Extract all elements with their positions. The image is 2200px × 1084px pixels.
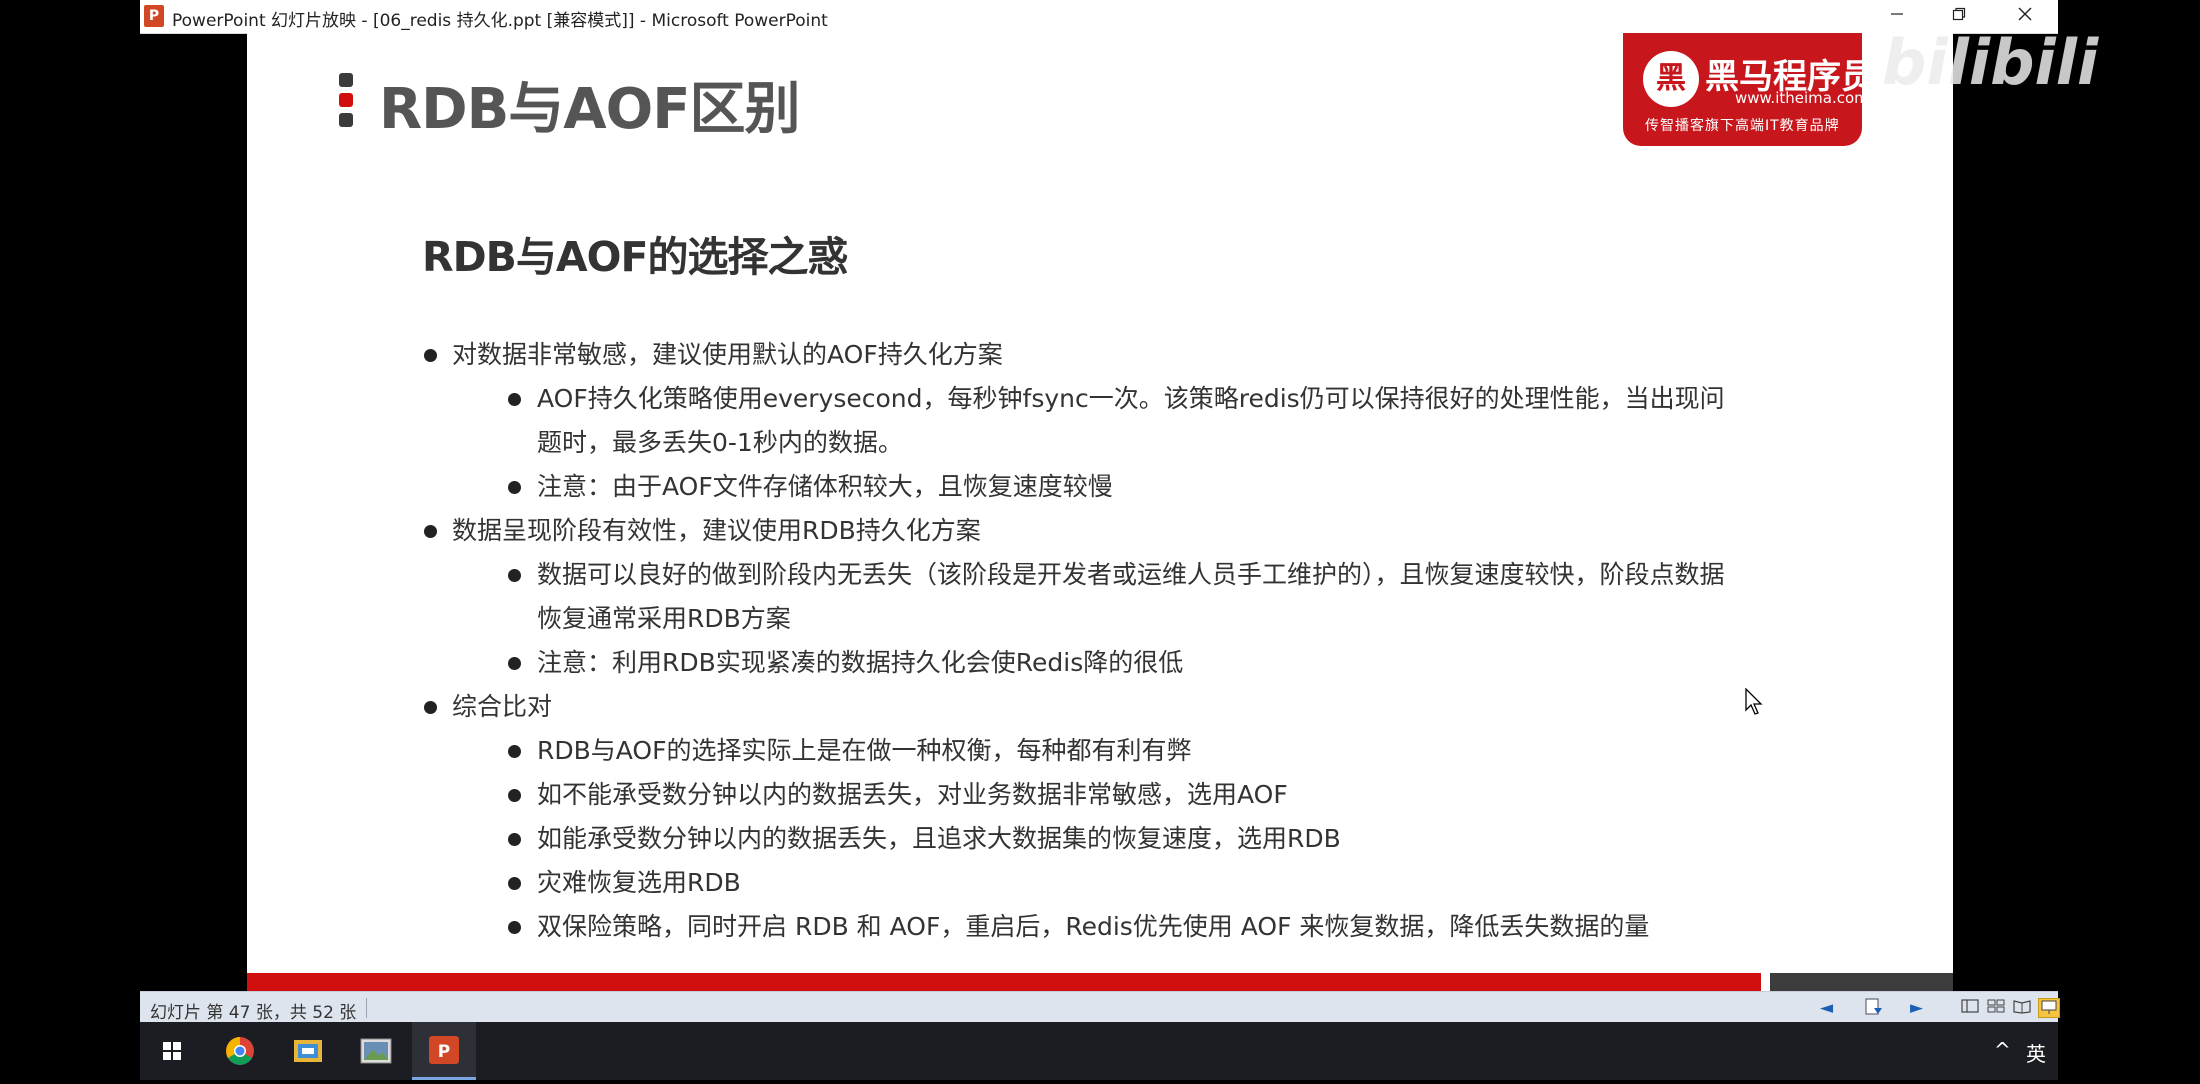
footer-dark-bar [1770, 973, 1953, 991]
start-button[interactable] [140, 1022, 204, 1080]
powerpoint-icon: P [429, 1036, 459, 1064]
title-marker-block [339, 73, 353, 87]
logo-mark: 黑 [1643, 51, 1699, 107]
bullet-list: 对数据非常敏感，建议使用默认的AOF持久化方案 AOF持久化策略使用everyse… [422, 333, 1742, 949]
logo-slogan: 传智播客旗下高端IT教育品牌 [1645, 118, 1840, 134]
window-title-bar: P PowerPoint 幻灯片放映 - [06_redis 持久化.ppt [… [140, 0, 2058, 34]
slide-subtitle: RDB与AOF的选择之惑 [422, 233, 848, 281]
start-icon [163, 1042, 181, 1060]
bilibili-watermark: bilibili [1882, 26, 2099, 99]
title-marker [339, 73, 355, 133]
reading-view-icon [2013, 1000, 2031, 1014]
restore-icon [1952, 7, 1966, 21]
reading-view-button[interactable] [2012, 998, 2032, 1016]
taskbar-powerpoint[interactable]: P [412, 1022, 476, 1080]
sub-bullet-item: RDB与AOF的选择实际上是在做一种权衡，每种都有利有弊 [422, 729, 1742, 773]
sub-bullet-item: 如能承受数分钟以内的数据丢失，且追求大数据集的恢复速度，选用RDB [422, 817, 1742, 861]
bullet-item: 对数据非常敏感，建议使用默认的AOF持久化方案 [422, 333, 1742, 377]
slide-title: RDB与AOF区别 [379, 77, 800, 142]
sub-bullet-item: 注意：利用RDB实现紧凑的数据持久化会使Redis降的很低 [422, 641, 1742, 685]
svg-text:P: P [438, 1042, 450, 1062]
sub-bullet-item: 数据可以良好的做到阶段内无丢失（该阶段是开发者或运维人员手工维护的），且恢复速度… [422, 553, 1742, 641]
previous-slide-button[interactable]: ◄ [1820, 998, 1833, 1018]
slideshow-icon [2041, 1000, 2057, 1014]
slide-sorter-icon [1987, 999, 2005, 1013]
sub-bullet-item: 如不能承受数分钟以内的数据丢失，对业务数据非常敏感，选用AOF [422, 773, 1742, 817]
sub-bullet-item: 注意：由于AOF文件存储体积较大，且恢复速度较慢 [422, 465, 1742, 509]
status-bar: 幻灯片 第 47 张，共 52 张 ◄ ► [140, 991, 2060, 1023]
slide-canvas[interactable]: RDB与AOF区别 黑 黑马程序员 www.itheima.com 传智播客旗下… [247, 33, 1953, 991]
powerpoint-app-icon[interactable]: P [144, 5, 164, 27]
slideshow-button[interactable] [2038, 998, 2060, 1018]
close-icon [2018, 7, 2032, 21]
chrome-icon [226, 1037, 254, 1065]
sub-bullet-item: AOF持久化策略使用everysecond，每秒钟fsync一次。该策略redi… [422, 377, 1742, 465]
slide-menu-button[interactable] [1864, 998, 1884, 1021]
file-explorer-icon [294, 1040, 322, 1062]
minimize-icon [1891, 13, 1903, 15]
sub-bullet-item: 双保险策略，同时开启 RDB 和 AOF，重启后，Redis优先使用 AOF 来… [422, 905, 1742, 949]
window-title: PowerPoint 幻灯片放映 - [06_redis 持久化.ppt [兼容… [172, 11, 828, 31]
bullet-item: 数据呈现阶段有效性，建议使用RDB持久化方案 [422, 509, 1742, 553]
sub-bullet-item: 灾难恢复选用RDB [422, 861, 1742, 905]
status-divider [366, 998, 367, 1018]
taskbar-file-explorer[interactable] [276, 1022, 340, 1080]
footer-red-bar [247, 973, 1761, 991]
image-viewer-icon [360, 1038, 392, 1064]
logo-url: www.itheima.com [1735, 89, 1869, 107]
tray-overflow-chevron[interactable]: ^ [1994, 1038, 2011, 1062]
windows-taskbar: P ^ 英 [140, 1022, 2058, 1080]
ime-indicator[interactable]: 英 [2026, 1038, 2046, 1067]
normal-view-icon [1961, 999, 1979, 1013]
taskbar-chrome[interactable] [208, 1022, 272, 1080]
mouse-cursor-icon [1745, 687, 1765, 720]
slide-counter: 幻灯片 第 47 张，共 52 张 [150, 1003, 357, 1023]
title-marker-block [339, 93, 353, 107]
bullet-item: 综合比对 [422, 685, 1742, 729]
itheima-logo: 黑 黑马程序员 www.itheima.com 传智播客旗下高端IT教育品牌 [1623, 33, 1875, 146]
slide-sorter-button[interactable] [1986, 998, 2006, 1016]
slide-menu-icon [1865, 998, 1882, 1015]
normal-view-button[interactable] [1960, 998, 1980, 1016]
next-slide-button[interactable]: ► [1910, 998, 1923, 1018]
title-marker-block [339, 113, 353, 127]
taskbar-image-viewer[interactable] [344, 1022, 408, 1080]
